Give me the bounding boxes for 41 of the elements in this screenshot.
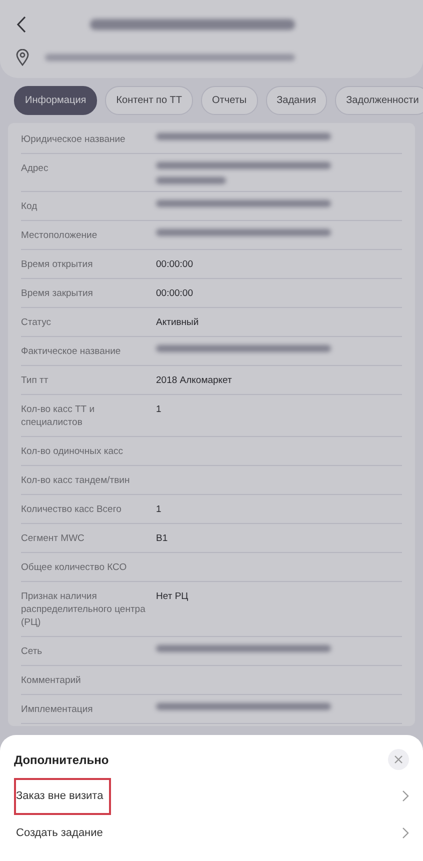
field-value: Нет РЦ — [155, 590, 188, 604]
tab[interactable]: Контент по ТТ — [105, 86, 194, 115]
field-label: Сегмент MWC — [21, 532, 86, 544]
field-value: 1 — [155, 502, 162, 516]
field-label: Местоположение — [21, 228, 98, 242]
field-value: 00:00:00 — [155, 258, 193, 270]
field-value: Активный — [155, 316, 199, 328]
field-label: Общее количество КСО — [21, 560, 128, 574]
location-pin-icon — [16, 49, 29, 66]
close-button[interactable] — [388, 749, 409, 770]
field-label: Сеть — [21, 644, 44, 658]
field-label: Код — [21, 200, 38, 212]
field-label: Фактическое название — [21, 344, 122, 358]
field-value: B1 — [155, 532, 168, 544]
field-label: Время закрытия — [21, 286, 94, 300]
field-label: Кол-во одиночных касс — [21, 444, 124, 458]
field-label: Юридическое название — [21, 132, 126, 146]
field-label: Кол-во касс тандем/твин — [21, 474, 131, 486]
field-label: Тип тт — [21, 374, 50, 386]
chevron-right-icon[interactable] — [402, 790, 409, 802]
field-label: Количество касс Всего — [21, 502, 122, 516]
tab[interactable]: Отчеты — [201, 86, 258, 115]
menu-item[interactable]: Заказ вне визита — [14, 778, 112, 814]
tab[interactable]: Задания — [266, 86, 328, 115]
field-label: Комментарий — [21, 674, 82, 686]
field-label: Адрес — [21, 162, 50, 176]
field-label: Время открытия — [21, 258, 94, 270]
chevron-right-icon[interactable] — [402, 826, 409, 839]
field-label: Имплементация — [21, 702, 94, 716]
field-value: 00:00:00 — [155, 286, 193, 300]
close-icon — [394, 755, 403, 764]
tab[interactable]: Информация — [14, 86, 98, 115]
field-value: 2018 Алкомаркет — [155, 374, 232, 386]
field-label: Кол-во касс ТТ и специалистов — [21, 402, 96, 428]
menu-item[interactable]: Создать задание — [14, 814, 111, 851]
back-icon[interactable] — [16, 16, 26, 33]
field-label: Признак наличия распределительного центра (РЦ) — [21, 590, 146, 628]
field-label: Статус — [21, 316, 52, 328]
sheet-title: Дополнительно — [14, 752, 109, 768]
field-value: 1 — [155, 402, 162, 416]
tab[interactable]: Задолженности — [335, 86, 423, 115]
